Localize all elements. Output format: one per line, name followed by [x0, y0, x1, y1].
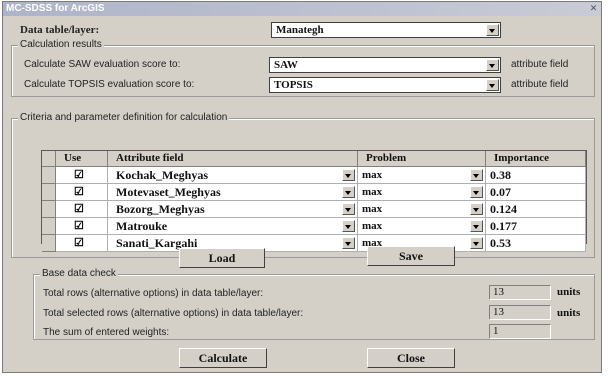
saw-field-value: SAW — [274, 59, 298, 71]
row-header[interactable] — [42, 184, 56, 201]
data-table-value: Manategh — [276, 24, 324, 36]
problem-value: max — [362, 186, 383, 198]
total-rows-label: Total rows (alternative options) in data… — [43, 288, 264, 299]
window-title: MC-SDSS for ArcGIS — [6, 3, 105, 14]
close-button[interactable]: Close — [367, 348, 455, 368]
attribute-value: Matrouke — [116, 219, 168, 233]
chevron-down-icon[interactable] — [342, 169, 355, 181]
topsis-field-select[interactable]: TOPSIS — [269, 77, 501, 93]
saw-field-select[interactable]: SAW — [269, 57, 501, 73]
problem-value: max — [362, 169, 383, 181]
chevron-down-icon[interactable] — [470, 169, 483, 181]
chevron-down-icon[interactable] — [342, 203, 355, 215]
chevron-down-icon[interactable] — [470, 220, 483, 232]
attribute-cell[interactable]: Motevaset_Meghyas — [108, 184, 358, 201]
weights-sum-field: 1 — [489, 324, 551, 339]
calculate-button[interactable]: Calculate — [179, 348, 267, 368]
checkbox-checked-icon[interactable]: ☑ — [74, 221, 85, 232]
criteria-group-title: Criteria and parameter definition for ca… — [18, 112, 230, 123]
chevron-down-icon[interactable] — [342, 220, 355, 232]
chevron-down-icon[interactable] — [470, 186, 483, 198]
chevron-down-icon[interactable] — [342, 237, 355, 249]
attribute-value: Motevaset_Meghyas — [116, 185, 221, 199]
base-data-check-title: Base data check — [40, 268, 118, 279]
chevron-down-icon[interactable] — [486, 59, 499, 71]
importance-cell[interactable]: 0.177 — [486, 218, 586, 235]
problem-value: max — [362, 220, 383, 232]
topsis-label: Calculate TOPSIS evaluation score to: — [24, 79, 195, 90]
importance-cell[interactable]: 0.53 — [486, 235, 586, 252]
weights-sum-label: The sum of entered weights: — [43, 327, 170, 338]
column-header-use[interactable]: Use — [56, 151, 108, 167]
use-cell[interactable]: ☑ — [56, 167, 108, 184]
checkbox-checked-icon[interactable]: ☑ — [74, 187, 85, 198]
problem-cell[interactable]: max — [358, 167, 486, 184]
use-cell[interactable]: ☑ — [56, 235, 108, 252]
use-cell[interactable]: ☑ — [56, 184, 108, 201]
topsis-attribute-field-text: attribute field — [511, 79, 569, 90]
load-button[interactable]: Load — [179, 248, 265, 268]
checkbox-checked-icon[interactable]: ☑ — [74, 238, 85, 249]
table-row: ☑ Sanati_Kargahi max 0.53 — [42, 235, 603, 252]
data-table-select[interactable]: Manategh — [271, 22, 501, 38]
use-cell[interactable]: ☑ — [56, 218, 108, 235]
importance-cell[interactable]: 0.124 — [486, 201, 586, 218]
close-icon[interactable]: ✕ — [589, 4, 598, 13]
table-row: ☑ Matrouke max 0.177 — [42, 218, 603, 235]
selected-rows-label: Total selected rows (alternative options… — [43, 308, 304, 319]
attribute-value: Bozorg_Meghyas — [116, 202, 205, 216]
use-cell[interactable]: ☑ — [56, 201, 108, 218]
chevron-down-icon[interactable] — [470, 237, 483, 249]
total-rows-units: units — [557, 286, 581, 298]
data-table-label: Data table/layer: — [20, 24, 100, 36]
saw-label: Calculate SAW evaluation score to: — [24, 59, 181, 70]
row-header[interactable] — [42, 235, 56, 252]
chevron-down-icon[interactable] — [470, 203, 483, 215]
checkbox-checked-icon[interactable]: ☑ — [74, 170, 85, 181]
problem-cell[interactable]: max — [358, 218, 486, 235]
problem-value: max — [362, 203, 383, 215]
grid-corner — [42, 151, 56, 167]
topsis-field-value: TOPSIS — [274, 79, 313, 91]
column-header-importance[interactable]: Importance — [486, 151, 586, 167]
attribute-value: Kochak_Meghyas — [116, 168, 209, 182]
attribute-cell[interactable]: Matrouke — [108, 218, 358, 235]
chevron-down-icon[interactable] — [486, 79, 499, 91]
title-bar[interactable]: MC-SDSS for ArcGIS ✕ — [3, 2, 601, 16]
mc-sdss-window: MC-SDSS for ArcGIS ✕ Data table/layer: M… — [2, 1, 602, 373]
row-header[interactable] — [42, 218, 56, 235]
problem-cell[interactable]: max — [358, 184, 486, 201]
table-row: ☑ Motevaset_Meghyas max 0.07 — [42, 184, 603, 201]
table-row: ☑ Kochak_Meghyas max 0.38 — [42, 167, 603, 184]
row-header[interactable] — [42, 167, 56, 184]
column-header-problem[interactable]: Problem — [358, 151, 486, 167]
calculation-results-title: Calculation results — [18, 39, 104, 50]
problem-cell[interactable]: max — [358, 201, 486, 218]
chevron-down-icon[interactable] — [342, 186, 355, 198]
chevron-down-icon[interactable] — [486, 24, 499, 36]
table-row: ☑ Bozorg_Meghyas max 0.124 — [42, 201, 603, 218]
saw-attribute-field-text: attribute field — [511, 59, 569, 70]
importance-cell[interactable]: 0.07 — [486, 184, 586, 201]
selected-rows-field: 13 — [489, 305, 551, 320]
attribute-cell[interactable]: Bozorg_Meghyas — [108, 201, 358, 218]
criteria-grid: Use Attribute field Problem Importance ☑… — [41, 150, 587, 252]
row-header[interactable] — [42, 201, 56, 218]
total-rows-field: 13 — [489, 285, 551, 300]
checkbox-checked-icon[interactable]: ☑ — [74, 204, 85, 215]
selected-rows-units: units — [557, 307, 581, 319]
attribute-cell[interactable]: Kochak_Meghyas — [108, 167, 358, 184]
importance-cell[interactable]: 0.38 — [486, 167, 586, 184]
column-header-attribute[interactable]: Attribute field — [108, 151, 358, 167]
save-button[interactable]: Save — [367, 246, 455, 266]
